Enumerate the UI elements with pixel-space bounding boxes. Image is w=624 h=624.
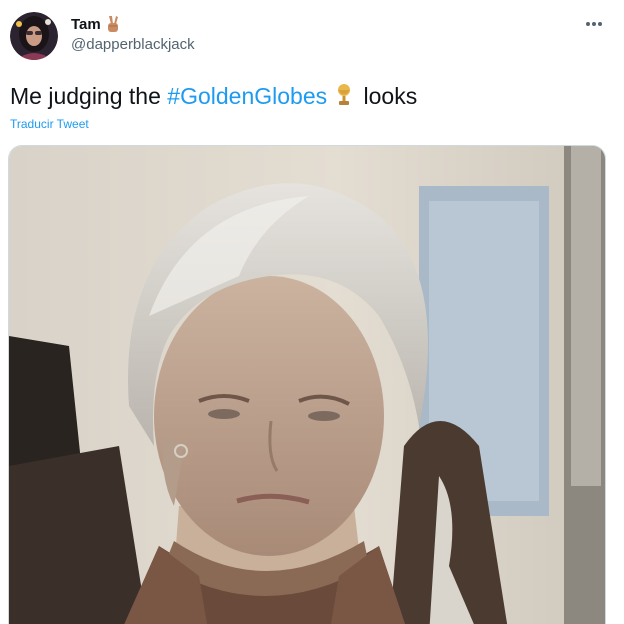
more-options-icon[interactable] xyxy=(582,14,606,34)
author-name-row: Tam xyxy=(71,14,121,34)
tweet-text: Me judging the #GoldenGlobes looks xyxy=(10,80,417,112)
tweet-text-after: looks xyxy=(357,83,418,109)
avatar[interactable] xyxy=(10,12,58,60)
tweet-card: Tam @dapperblackjack Me judging the #Gol… xyxy=(0,0,624,624)
tweet-media-image[interactable] xyxy=(8,145,606,624)
tweet-text-before: Me judging the xyxy=(10,83,168,109)
translate-tweet-link[interactable]: Traducir Tweet xyxy=(10,117,89,131)
author-display-name[interactable]: Tam xyxy=(71,16,101,33)
victory-hand-emoji-icon xyxy=(105,15,121,33)
author-handle[interactable]: @dapperblackjack xyxy=(71,36,195,53)
hashtag-link[interactable]: #GoldenGlobes xyxy=(167,83,327,109)
media-photo xyxy=(9,146,605,624)
trophy-emoji-icon xyxy=(335,83,353,107)
